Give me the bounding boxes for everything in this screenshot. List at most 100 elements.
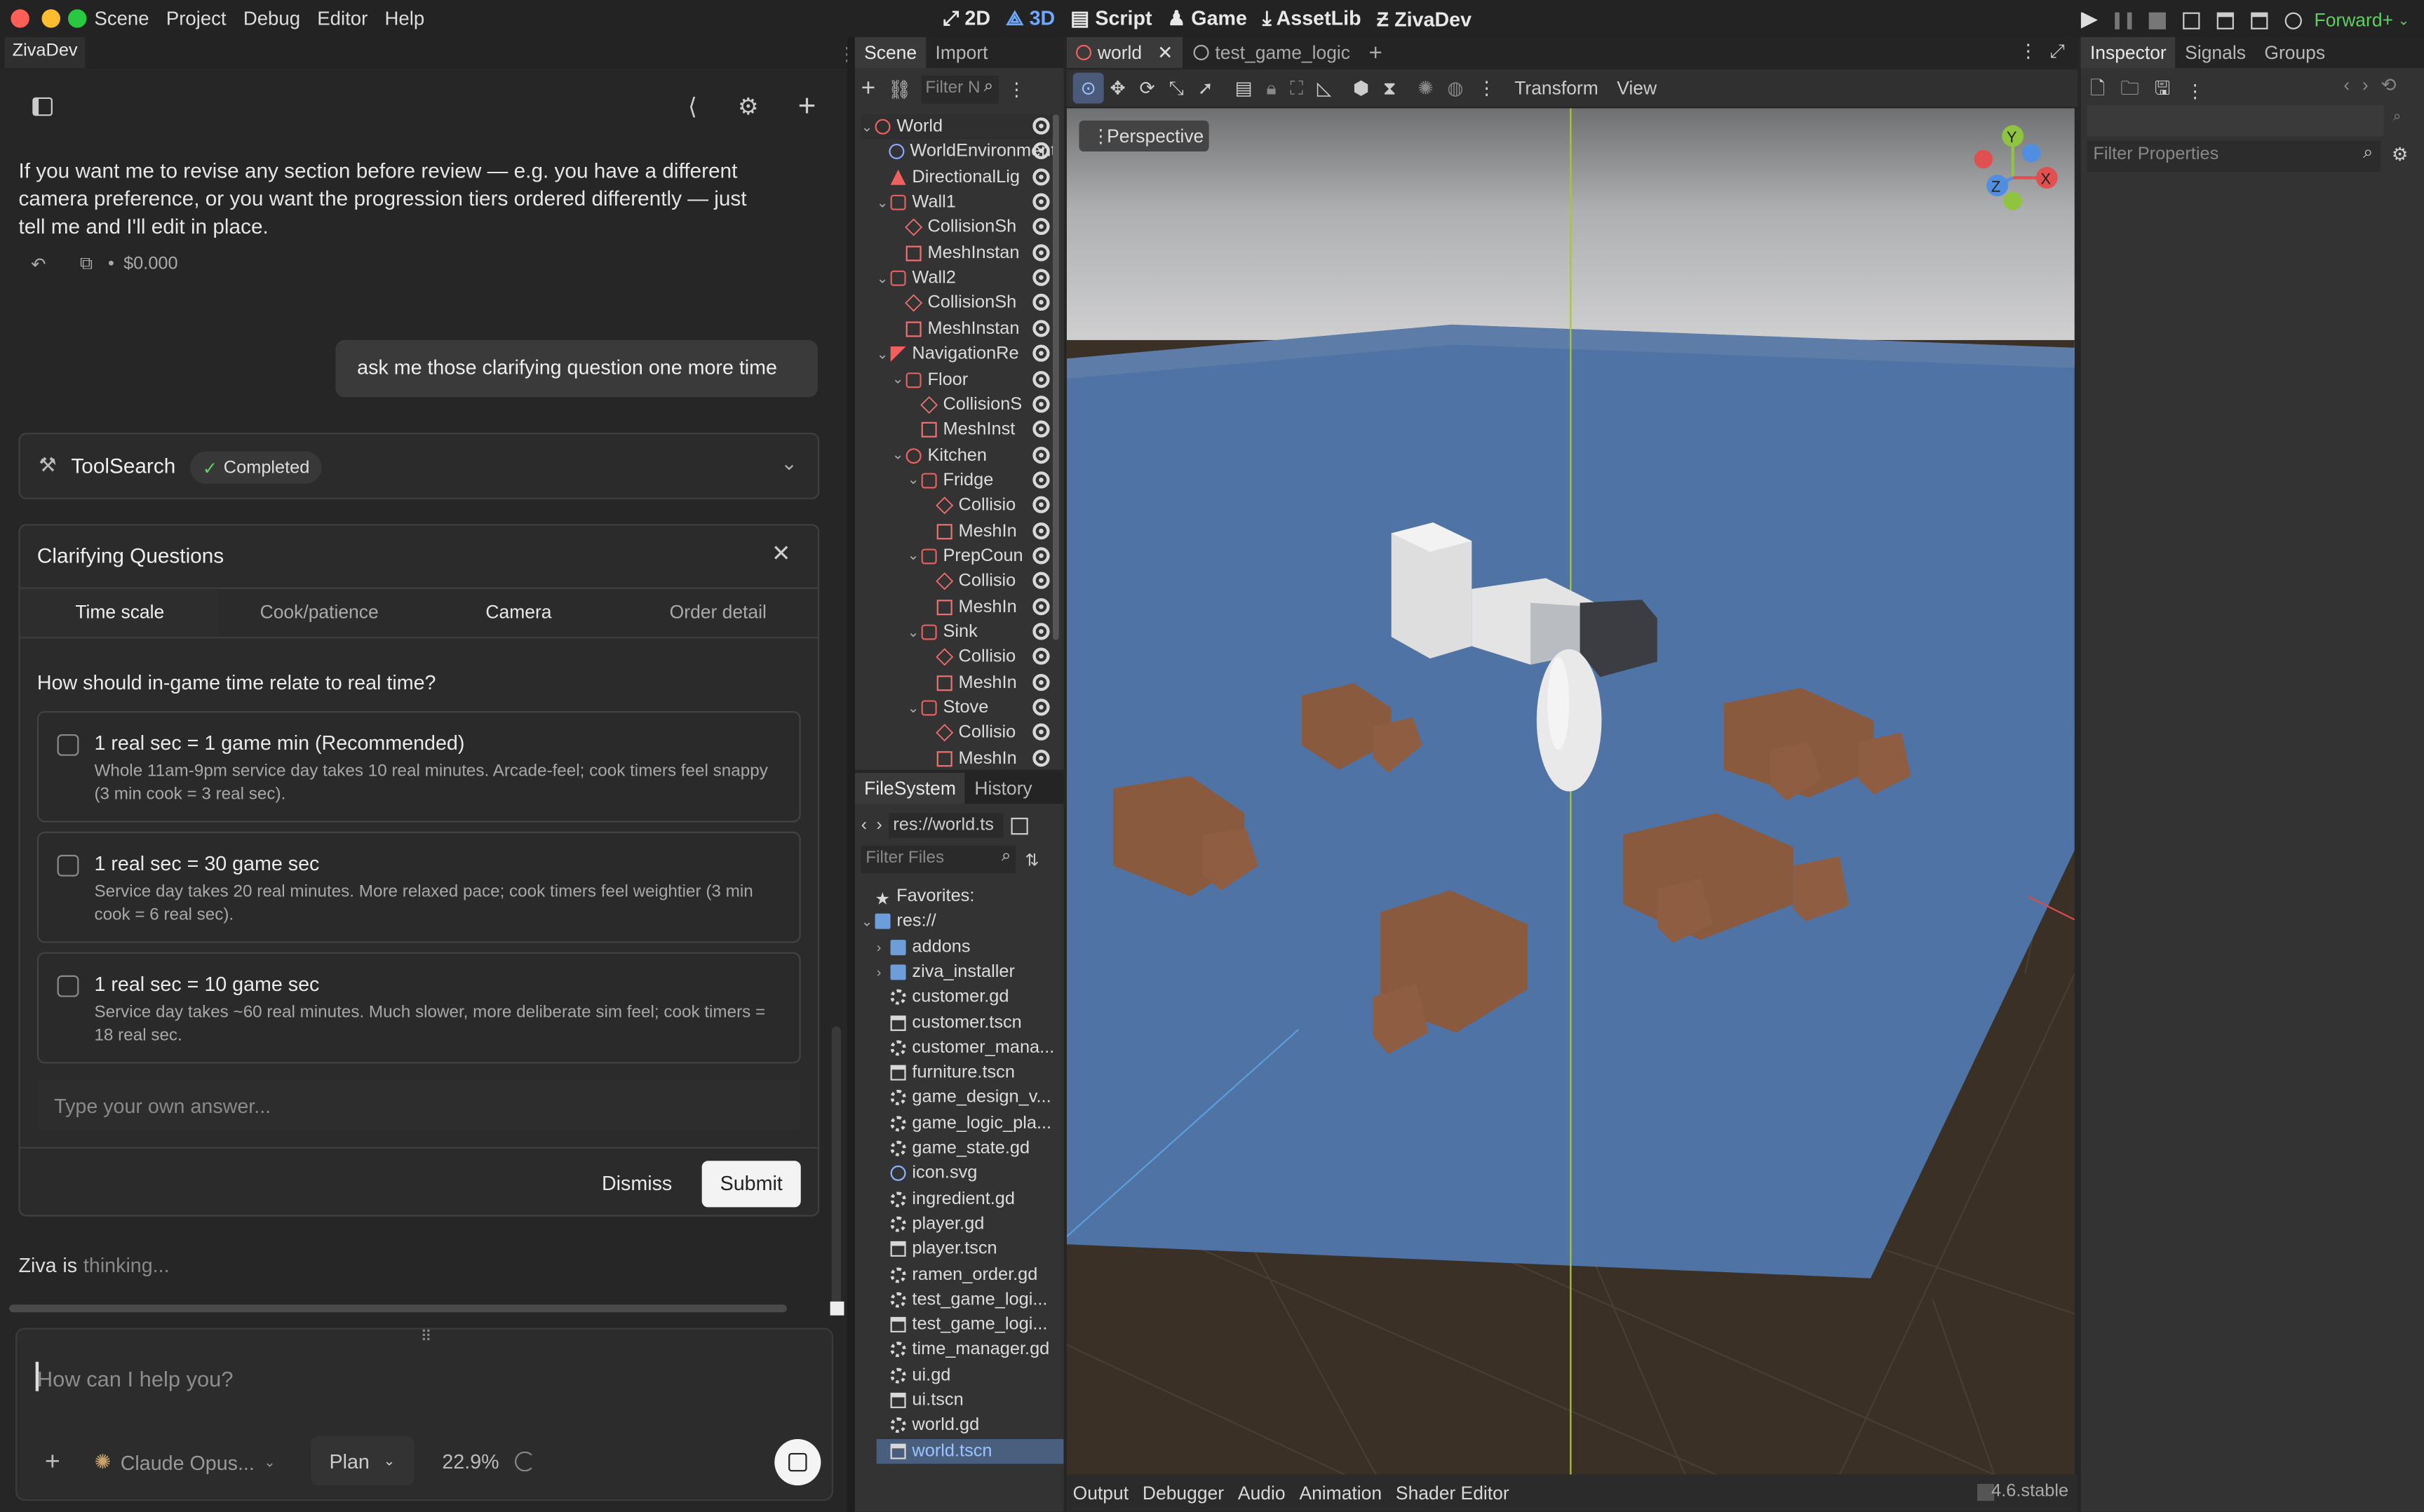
scene-filter-input[interactable]: Filter N ⌕: [920, 76, 998, 104]
tab-signals[interactable]: Signals: [2176, 37, 2255, 68]
history-back-icon[interactable]: ‹: [2343, 74, 2350, 96]
movie-maker-icon[interactable]: [2284, 11, 2302, 29]
file-tree-item[interactable]: customer.gd: [877, 985, 1064, 1009]
dismiss-button[interactable]: Dismiss: [583, 1161, 691, 1207]
menu-help[interactable]: Help: [385, 8, 425, 29]
visibility-eye-icon[interactable]: [1032, 598, 1050, 615]
tab-zivadev[interactable]: ZivaDev: [4, 36, 86, 68]
option-card[interactable]: 1 real sec = 1 game min (Recommended) Wh…: [36, 710, 801, 823]
expand-arrow-icon[interactable]: ⌄: [877, 270, 891, 287]
file-tree-item[interactable]: ★ Favorites:: [861, 884, 1064, 909]
mode-3d-button[interactable]: ⟁ 3D: [1006, 6, 1055, 31]
scene-tree-node[interactable]: ⌄ Wall2: [877, 266, 1056, 290]
rotate-mode-icon[interactable]: ⟳: [1140, 77, 1155, 99]
visibility-eye-icon[interactable]: [1032, 648, 1050, 666]
visibility-eye-icon[interactable]: [1032, 471, 1050, 489]
file-tree-item[interactable]: world.tscn: [876, 1438, 1064, 1464]
docs-icon[interactable]: ⌕: [2393, 108, 2401, 125]
option-checkbox[interactable]: [57, 854, 79, 877]
expand-arrow-icon[interactable]: ⌄: [908, 548, 922, 565]
own-answer-input[interactable]: Type your own answer...: [36, 1079, 801, 1132]
new-resource-icon[interactable]: 🗋︎: [2090, 74, 2105, 107]
environment-preview-icon[interactable]: ◍: [1447, 77, 1463, 99]
group-icon[interactable]: ⛶: [1290, 76, 1303, 100]
scene-tree-node[interactable]: Collisio: [923, 569, 1056, 594]
mode-game-button[interactable]: ♟ Game: [1168, 6, 1247, 31]
mode-2d-button[interactable]: ⤢ 2D: [943, 6, 991, 31]
visibility-eye-icon[interactable]: [1032, 117, 1050, 135]
history-forward-icon[interactable]: ›: [2362, 74, 2369, 96]
tab-scene[interactable]: Scene: [854, 36, 927, 68]
expand-arrow-icon[interactable]: ⌄: [908, 699, 922, 716]
path-field[interactable]: res://world.ts: [888, 813, 1003, 838]
file-tree-item[interactable]: › ziva_installer: [877, 960, 1064, 985]
chat-scrollbar[interactable]: [831, 1026, 842, 1305]
expand-arrow-icon[interactable]: ⌄: [908, 623, 922, 640]
panel-menu-icon[interactable]: ⋮: [2019, 40, 2038, 62]
menu-scene[interactable]: Scene: [94, 8, 149, 29]
visibility-eye-icon[interactable]: [1032, 724, 1050, 741]
scene-tree-node[interactable]: DirectionalLig: [877, 165, 1056, 189]
distraction-free-icon[interactable]: ⤢: [2050, 40, 2065, 63]
file-tree-item[interactable]: player.gd: [877, 1212, 1064, 1236]
file-tree-item[interactable]: game_state.gd: [877, 1136, 1064, 1161]
link-icon[interactable]: ⛓: [888, 79, 912, 100]
visibility-eye-icon[interactable]: [1032, 395, 1050, 413]
menu-project[interactable]: Project: [166, 8, 227, 29]
pause-icon[interactable]: [2115, 11, 2132, 29]
select-mode-icon[interactable]: ⊙: [1072, 72, 1104, 104]
drag-handle-icon[interactable]: ⠿: [421, 1330, 432, 1346]
file-tree-item[interactable]: icon.svg: [877, 1161, 1064, 1186]
menu-view[interactable]: View: [1617, 77, 1657, 99]
visibility-eye-icon[interactable]: [1032, 269, 1050, 286]
scene-tree-node[interactable]: MeshIn: [923, 595, 1056, 619]
expand-arrow-icon[interactable]: ›: [877, 964, 891, 980]
split-view-icon[interactable]: [1010, 816, 1028, 835]
visibility-eye-icon[interactable]: [1032, 547, 1050, 565]
visibility-eye-icon[interactable]: [1032, 420, 1050, 438]
sun-preview-icon[interactable]: ✺: [1418, 77, 1433, 99]
visibility-eye-icon[interactable]: [1032, 698, 1050, 716]
move-mode-icon[interactable]: ✥: [1110, 77, 1126, 99]
menu-editor[interactable]: Editor: [317, 8, 368, 29]
option-card[interactable]: 1 real sec = 10 game sec Service day tak…: [36, 952, 801, 1064]
sort-icon[interactable]: ⇅: [1025, 849, 1039, 869]
option-checkbox[interactable]: [57, 975, 79, 997]
option-card[interactable]: 1 real sec = 30 game sec Service day tak…: [36, 831, 801, 943]
scene-tree-node[interactable]: MeshIn: [923, 746, 1056, 770]
file-tree-item[interactable]: ui.gd: [877, 1363, 1064, 1387]
attach-plus-icon[interactable]: +: [45, 1447, 60, 1478]
scene-tree-node[interactable]: ⌄ Kitchen: [892, 443, 1056, 468]
chevron-down-icon[interactable]: ⌄: [781, 452, 797, 476]
stop-button[interactable]: [774, 1439, 821, 1486]
scene-tree-node[interactable]: Collisio: [923, 645, 1056, 670]
play-custom-scene-icon[interactable]: [2251, 11, 2268, 29]
tab-cook-patience[interactable]: Cook/patience: [220, 589, 419, 637]
scene-tree-node[interactable]: ⌄ Sink: [908, 620, 1056, 644]
visibility-eye-icon[interactable]: [1032, 749, 1050, 767]
renderer-select[interactable]: Forward+: [2315, 9, 2393, 31]
file-tree-item[interactable]: player.tscn: [877, 1237, 1064, 1262]
close-icon[interactable]: ✕: [772, 539, 791, 567]
tab-import[interactable]: Import: [926, 37, 997, 68]
expand-arrow-icon[interactable]: ⌄: [877, 194, 891, 211]
file-tree-item[interactable]: world.gd: [877, 1413, 1064, 1438]
add-node-plus-icon[interactable]: +: [861, 76, 876, 104]
scene-tree-node[interactable]: ⌄ Stove: [908, 696, 1056, 720]
file-tree-item[interactable]: test_game_logi...: [877, 1288, 1064, 1312]
share-icon[interactable]: ⟨: [671, 85, 715, 128]
file-tree-item[interactable]: customer.tscn: [877, 1010, 1064, 1034]
scene-tree-node[interactable]: MeshIn: [923, 519, 1056, 544]
scene-tree-node[interactable]: ⌄ PrepCoun: [908, 544, 1056, 569]
tab-time-scale[interactable]: Time scale: [20, 588, 220, 637]
expand-arrow-icon[interactable]: ›: [877, 939, 891, 954]
visibility-eye-icon[interactable]: [1032, 319, 1050, 337]
file-tree-item[interactable]: ui.tscn: [877, 1388, 1064, 1412]
file-tree-item[interactable]: game_design_v...: [877, 1086, 1064, 1110]
play-scene-icon[interactable]: [2216, 11, 2234, 29]
visibility-eye-icon[interactable]: [1032, 445, 1050, 464]
new-chat-plus-icon[interactable]: +: [786, 85, 829, 128]
pointer-icon[interactable]: ➚: [1198, 77, 1213, 99]
model-select[interactable]: ✺ Claude Opus... ⌄: [94, 1450, 275, 1474]
ruler-icon[interactable]: ◺: [1317, 77, 1331, 99]
